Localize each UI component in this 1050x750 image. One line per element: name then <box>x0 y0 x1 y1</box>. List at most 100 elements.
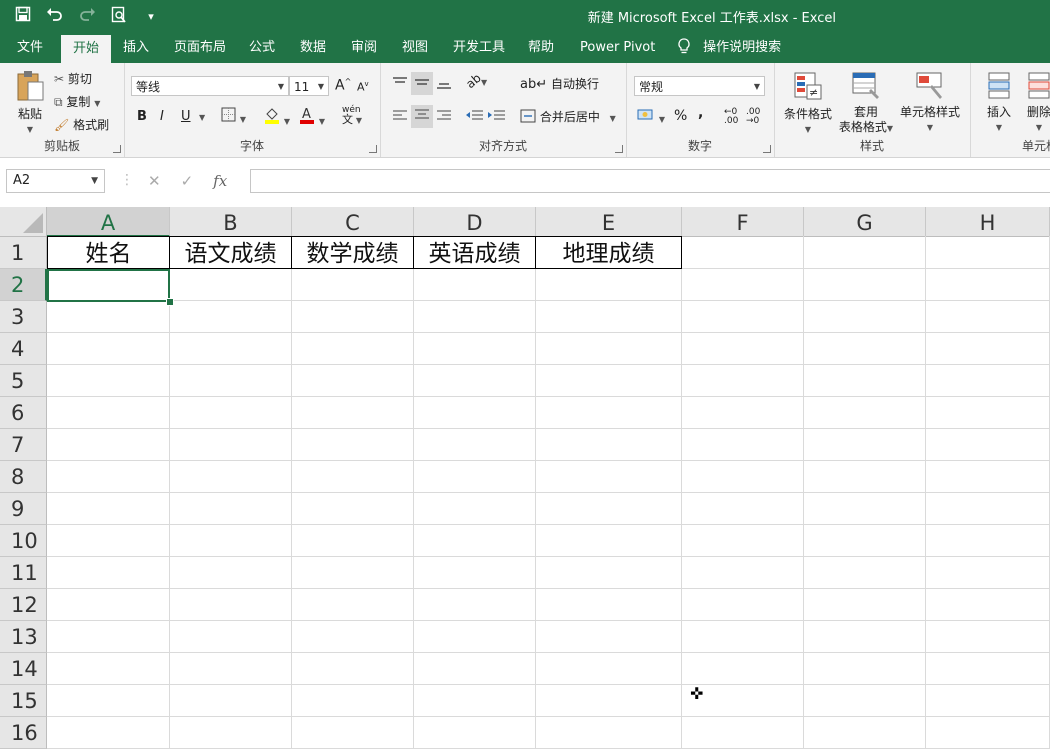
cell-h13[interactable] <box>926 621 1050 653</box>
cell-c14[interactable] <box>292 653 414 685</box>
underline-button[interactable]: U <box>181 109 191 124</box>
cut-button[interactable]: ✂ 剪切 <box>54 70 92 87</box>
row-header-16[interactable]: 16 <box>0 717 47 749</box>
column-header-e[interactable]: E <box>536 207 682 237</box>
column-header-g[interactable]: G <box>804 207 926 237</box>
percent-button[interactable]: % <box>674 108 687 124</box>
cell-b7[interactable] <box>170 429 292 461</box>
cell-h4[interactable] <box>926 333 1050 365</box>
cell-g14[interactable] <box>804 653 926 685</box>
cell-f11[interactable] <box>682 557 804 589</box>
formula-input[interactable] <box>250 169 1050 193</box>
cell-e8[interactable] <box>536 461 682 493</box>
cell-a8[interactable] <box>47 461 170 493</box>
cell-c10[interactable] <box>292 525 414 557</box>
increase-decimal-icon[interactable]: ←0.00 <box>724 108 738 126</box>
cell-f16[interactable] <box>682 717 804 749</box>
cell-d8[interactable] <box>414 461 536 493</box>
row-header-13[interactable]: 13 <box>0 621 47 653</box>
cell-h2[interactable] <box>926 269 1050 301</box>
cell-h7[interactable] <box>926 429 1050 461</box>
cell-h12[interactable] <box>926 589 1050 621</box>
row-header-7[interactable]: 7 <box>0 429 47 461</box>
cell-e15[interactable] <box>536 685 682 717</box>
row-header-6[interactable]: 6 <box>0 397 47 429</box>
cell-b11[interactable] <box>170 557 292 589</box>
cell-g2[interactable] <box>804 269 926 301</box>
underline-dropdown-icon[interactable]: ▼ <box>199 113 205 122</box>
tab-page-layout[interactable]: 页面布局 <box>174 33 226 63</box>
borders-button[interactable]: ▼ <box>221 107 246 125</box>
cell-g4[interactable] <box>804 333 926 365</box>
cell-f6[interactable] <box>682 397 804 429</box>
row-header-11[interactable]: 11 <box>0 557 47 589</box>
alignment-launcher-icon[interactable] <box>615 145 623 153</box>
tab-help[interactable]: 帮助 <box>528 33 554 63</box>
row-header-2[interactable]: 2 <box>0 269 47 301</box>
orientation-icon[interactable]: ab▼ <box>463 71 487 91</box>
format-painter-button[interactable]: 🖌 格式刷 <box>54 116 109 133</box>
cell-a10[interactable] <box>47 525 170 557</box>
cell-f12[interactable] <box>682 589 804 621</box>
cell-a3[interactable] <box>47 301 170 333</box>
font-color-button[interactable]: A ▼ <box>299 106 325 127</box>
cell-h16[interactable] <box>926 717 1050 749</box>
cell-h8[interactable] <box>926 461 1050 493</box>
cell-d2[interactable] <box>414 269 536 301</box>
cell-d13[interactable] <box>414 621 536 653</box>
cell-g8[interactable] <box>804 461 926 493</box>
cell-a11[interactable] <box>47 557 170 589</box>
cell-e1[interactable]: 地理成绩 <box>536 236 682 269</box>
cell-c1[interactable]: 数学成绩 <box>292 236 414 269</box>
cell-b16[interactable] <box>170 717 292 749</box>
cell-a7[interactable] <box>47 429 170 461</box>
cell-d15[interactable] <box>414 685 536 717</box>
align-bottom-icon[interactable] <box>436 76 452 93</box>
align-top-icon[interactable] <box>392 76 408 93</box>
cell-e5[interactable] <box>536 365 682 397</box>
name-box[interactable]: A2 ▼ <box>6 169 105 193</box>
tab-developer[interactable]: 开发工具 <box>453 33 505 63</box>
accounting-format-button[interactable]: ▼ <box>637 108 665 125</box>
number-launcher-icon[interactable] <box>763 145 771 153</box>
cell-a9[interactable] <box>47 493 170 525</box>
cell-d11[interactable] <box>414 557 536 589</box>
cell-e4[interactable] <box>536 333 682 365</box>
tab-home[interactable]: 开始 <box>61 35 112 63</box>
cell-g15[interactable] <box>804 685 926 717</box>
cell-f7[interactable] <box>682 429 804 461</box>
cell-g16[interactable] <box>804 717 926 749</box>
cell-d1[interactable]: 英语成绩 <box>414 236 536 269</box>
phonetic-button[interactable]: wén 文 ▼ <box>342 105 362 126</box>
align-left-icon[interactable] <box>392 109 408 126</box>
row-header-3[interactable]: 3 <box>0 301 47 333</box>
cell-g5[interactable] <box>804 365 926 397</box>
cell-e7[interactable] <box>536 429 682 461</box>
delete-cells-button[interactable]: 删除 ▼ <box>1022 71 1050 135</box>
cell-h15[interactable] <box>926 685 1050 717</box>
cell-g10[interactable] <box>804 525 926 557</box>
cell-c9[interactable] <box>292 493 414 525</box>
cell-g1[interactable] <box>804 236 926 269</box>
cell-g3[interactable] <box>804 301 926 333</box>
insert-cells-button[interactable]: 插入 ▼ <box>982 71 1016 135</box>
cell-a6[interactable] <box>47 397 170 429</box>
wrap-text-button[interactable]: ab↵ 自动换行 <box>520 75 599 92</box>
align-center-icon[interactable] <box>411 105 433 128</box>
cell-f1[interactable] <box>682 236 804 269</box>
cell-f9[interactable] <box>682 493 804 525</box>
cell-b9[interactable] <box>170 493 292 525</box>
row-header-14[interactable]: 14 <box>0 653 47 685</box>
cell-a14[interactable] <box>47 653 170 685</box>
cell-b12[interactable] <box>170 589 292 621</box>
cell-d5[interactable] <box>414 365 536 397</box>
name-box-dropdown-icon[interactable]: ▼ <box>91 170 98 192</box>
column-header-b[interactable]: B <box>170 207 292 237</box>
fill-handle[interactable] <box>166 298 174 306</box>
select-all-button[interactable] <box>0 207 47 237</box>
row-header-5[interactable]: 5 <box>0 365 47 397</box>
cell-e11[interactable] <box>536 557 682 589</box>
tab-power-pivot[interactable]: Power Pivot <box>580 33 655 63</box>
cell-g9[interactable] <box>804 493 926 525</box>
cell-h5[interactable] <box>926 365 1050 397</box>
